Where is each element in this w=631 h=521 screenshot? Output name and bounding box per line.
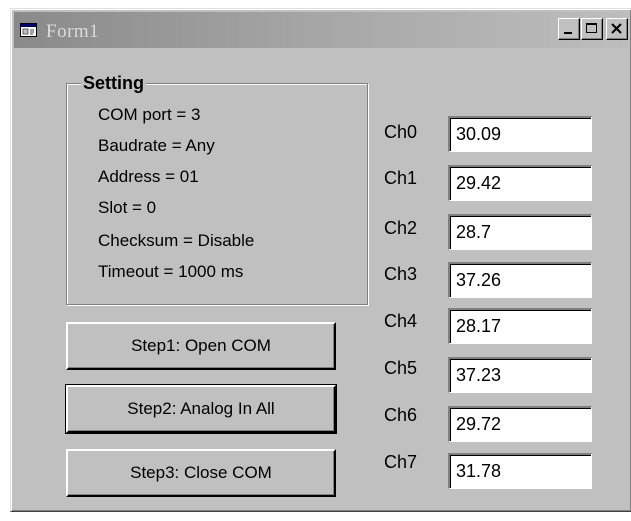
ch1-value-field[interactable]: 29.42 [448, 165, 592, 201]
minimize-button[interactable] [558, 18, 580, 40]
ch4-value-field[interactable]: 28.17 [448, 308, 592, 344]
ch7-label: Ch7 [384, 452, 418, 472]
maximize-button[interactable] [581, 18, 603, 40]
ch6-value-field[interactable]: 29.72 [448, 406, 592, 442]
minimize-icon [564, 32, 572, 34]
maximize-icon [586, 23, 597, 33]
setting-com-port: COM port = 3 [98, 105, 201, 124]
title-bar[interactable]: Form1 [14, 12, 628, 48]
ch2-value-field[interactable]: 28.7 [448, 214, 592, 250]
setting-baudrate: Baudrate = Any [98, 136, 215, 155]
window-title: Form1 [46, 21, 100, 42]
ch3-label: Ch3 [384, 264, 418, 284]
ch2-label: Ch2 [384, 218, 418, 238]
ch0-value-field[interactable]: 30.09 [448, 116, 592, 152]
analog-in-all-button[interactable]: Step2: Analog In All [65, 384, 337, 434]
ch6-label: Ch6 [384, 405, 418, 425]
setting-checksum: Checksum = Disable [98, 231, 255, 250]
open-com-button[interactable]: Step1: Open COM [66, 322, 336, 370]
setting-slot: Slot = 0 [98, 198, 157, 217]
close-com-button[interactable]: Step3: Close COM [66, 449, 336, 497]
setting-address: Address = 01 [98, 167, 199, 186]
ch5-label: Ch5 [384, 358, 418, 378]
ch0-label: Ch0 [384, 122, 418, 142]
form-window-icon[interactable] [20, 22, 38, 38]
form-window: Form1 Setting COM port = 3 Baudrate = An… [10, 8, 631, 512]
ch1-label: Ch1 [384, 168, 418, 188]
ch4-label: Ch4 [384, 311, 418, 331]
ch5-value-field[interactable]: 37.23 [448, 357, 592, 393]
setting-timeout: Timeout = 1000 ms [98, 262, 244, 281]
ch3-value-field[interactable]: 37.26 [448, 262, 592, 298]
ch7-value-field[interactable]: 31.78 [448, 453, 592, 489]
setting-group-title: Setting [81, 73, 146, 94]
close-icon [611, 23, 622, 34]
close-button[interactable] [606, 18, 628, 40]
